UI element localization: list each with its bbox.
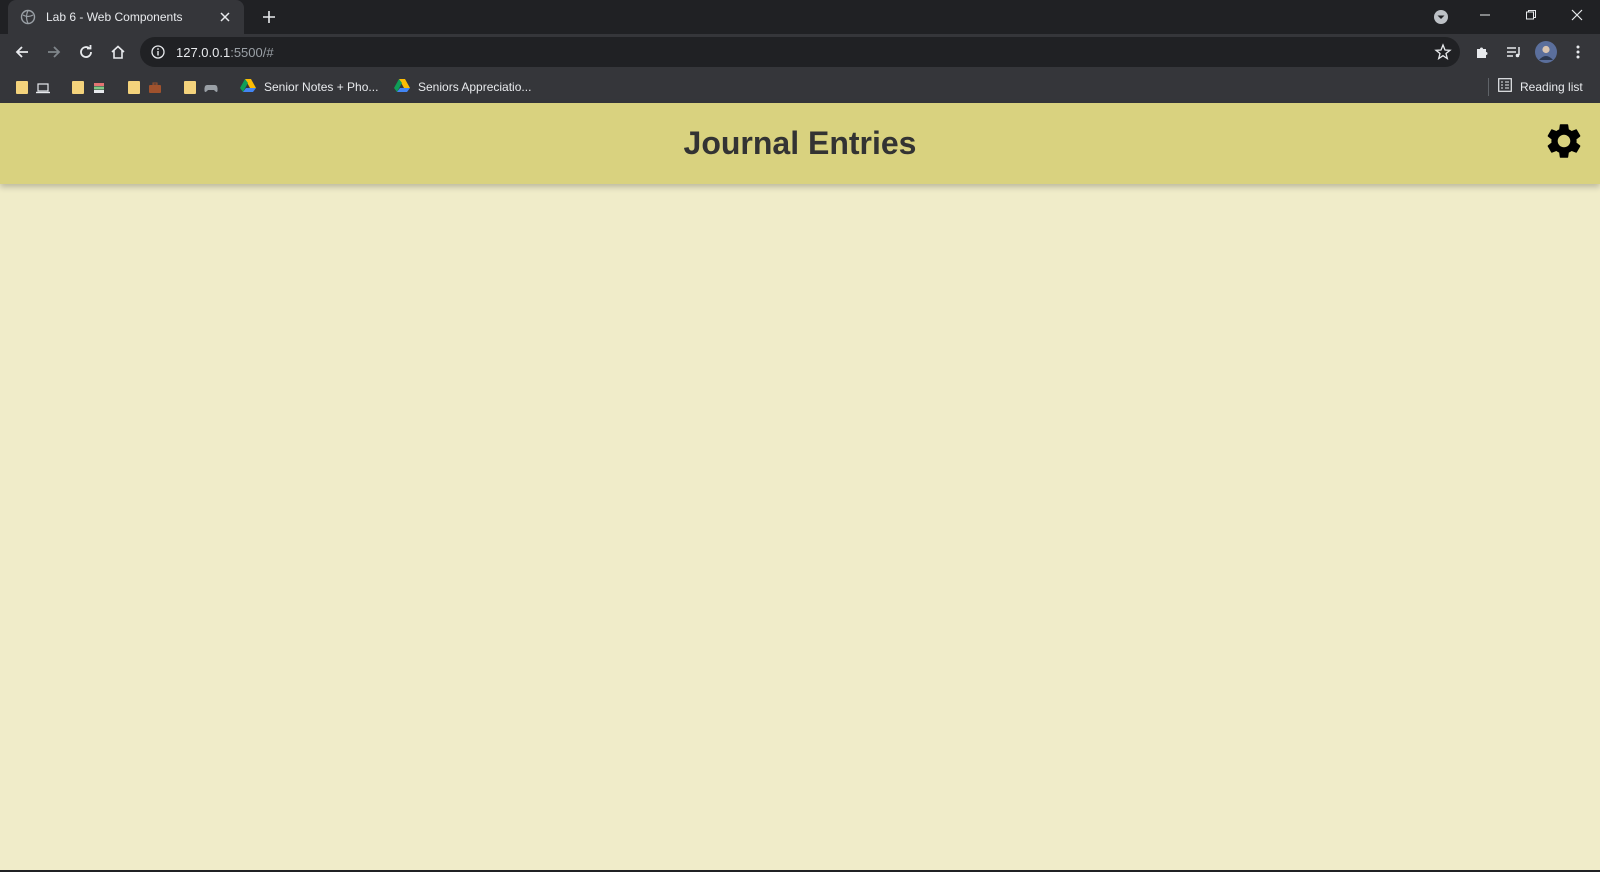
url-path: :5500/#	[230, 44, 274, 60]
bookmark-folder[interactable]	[16, 77, 50, 97]
reading-list-icon	[1498, 77, 1512, 97]
bookmark-folder[interactable]	[184, 77, 218, 97]
bookmark-label: Senior Notes + Pho...	[264, 80, 379, 94]
books-icon	[92, 81, 106, 93]
page-title: Journal Entries	[683, 125, 917, 161]
bookmark-folder[interactable]	[72, 77, 106, 97]
url-host: 127.0.0.1	[176, 44, 231, 60]
browser-toolbar: 127.0.0.1:5500/#	[0, 34, 1600, 70]
folder-icon	[16, 80, 28, 94]
gear-icon	[1543, 120, 1585, 167]
home-icon[interactable]	[104, 38, 132, 66]
bookmarks-divider	[1488, 78, 1489, 96]
info-icon[interactable]	[150, 44, 166, 60]
avatar[interactable]	[1532, 38, 1560, 66]
bookmark-label: Seniors Appreciatio...	[418, 80, 532, 94]
gamepad-icon	[204, 81, 218, 93]
extensions-icon[interactable]	[1468, 38, 1496, 66]
google-drive-icon	[394, 78, 410, 97]
folder-icon	[184, 80, 196, 94]
address-bar[interactable]: 127.0.0.1:5500/#	[140, 37, 1460, 67]
folder-icon	[72, 80, 84, 94]
briefcase-icon	[148, 81, 162, 93]
media-control-icon[interactable]	[1500, 38, 1528, 66]
reading-list-label: Reading list	[1520, 80, 1583, 94]
laptop-icon	[36, 81, 50, 94]
reload-icon[interactable]	[72, 38, 100, 66]
bookmark-seniors-appreciation[interactable]: Seniors Appreciatio...	[394, 77, 531, 97]
google-drive-icon	[240, 78, 256, 97]
tab-strip: Lab 6 - Web Components	[0, 0, 1600, 34]
star-icon[interactable]	[1434, 43, 1452, 61]
new-tab-button[interactable]	[256, 6, 282, 28]
journal-page: Journal Entries	[0, 103, 1600, 872]
bookmark-senior-notes[interactable]: Senior Notes + Pho...	[240, 77, 378, 97]
tab-search-icon[interactable]	[1432, 8, 1450, 26]
more-menu-icon[interactable]	[1564, 38, 1592, 66]
reading-list-button[interactable]: Reading list	[1498, 77, 1583, 97]
settings-button[interactable]	[1542, 121, 1586, 165]
minimize-icon[interactable]	[1462, 0, 1508, 30]
app-header: Journal Entries	[0, 103, 1600, 184]
browser-tab[interactable]: Lab 6 - Web Components	[8, 0, 244, 34]
bookmark-folder[interactable]	[128, 77, 162, 97]
window-close-icon[interactable]	[1554, 0, 1600, 30]
tab-title: Lab 6 - Web Components	[46, 10, 183, 24]
back-icon[interactable]	[8, 38, 36, 66]
globe-icon	[20, 9, 36, 25]
restore-icon[interactable]	[1508, 0, 1554, 30]
bookmarks-bar: Senior Notes + Pho... Seniors Appreciati…	[0, 70, 1600, 103]
folder-icon	[128, 80, 140, 94]
forward-icon[interactable]	[40, 38, 68, 66]
close-icon[interactable]	[216, 8, 234, 26]
